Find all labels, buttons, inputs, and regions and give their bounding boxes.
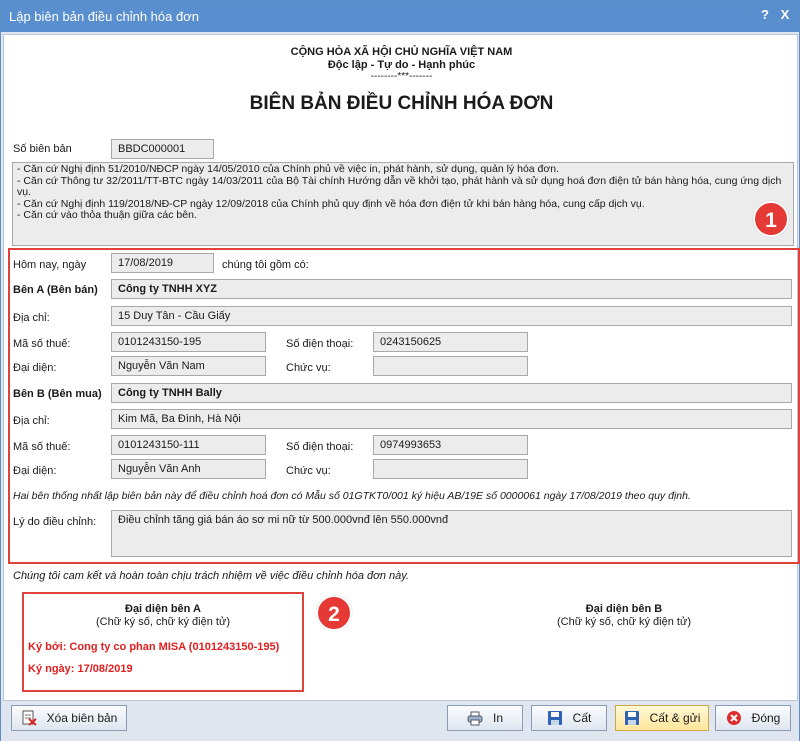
- party-b-address-field[interactable]: Kim Mã, Ba Đình, Hà Nội: [111, 409, 792, 429]
- delete-record-button[interactable]: Xóa biên bản: [11, 705, 127, 731]
- callout-badge-2: 2: [316, 595, 352, 631]
- delete-record-label: Xóa biên bản: [46, 711, 118, 725]
- save-label: Cất: [572, 711, 592, 725]
- page-title: BIÊN BẢN ĐIỀU CHỈNH HÓA ĐƠN: [249, 93, 554, 114]
- party-b-position-field[interactable]: [373, 459, 528, 479]
- printer-icon: [467, 710, 483, 726]
- party-a-signature-note: (Chữ ký số, chữ ký điện tử): [96, 616, 230, 628]
- party-a-rep-field[interactable]: Nguyễn Văn Nam: [111, 356, 266, 376]
- document-panel: CỘNG HÒA XÃ HỘI CHỦ NGHĨA VIỆT NAM Độc l…: [3, 34, 800, 701]
- close-window-button[interactable]: X: [777, 7, 793, 22]
- reason-textarea[interactable]: Điều chỉnh tăng giá bán áo sơ mi nữ từ 5…: [111, 510, 792, 557]
- save-button[interactable]: Cất: [531, 705, 607, 731]
- party-a-address-field[interactable]: 15 Duy Tân - Cầu Giấy: [111, 306, 792, 326]
- party-a-phone-field[interactable]: 0243150625: [373, 332, 528, 352]
- national-motto: Độc lập - Tự do - Hạnh phúc: [327, 59, 476, 71]
- action-bar: Xóa biên bản In Cất Cất & gửi Đóng: [1, 701, 799, 741]
- party-b-name-field[interactable]: Công ty TNHH Bally: [111, 383, 792, 403]
- party-b-signature-note: (Chữ ký số, chữ ký điện tử): [557, 616, 691, 628]
- party-b-rep-label: Đại diện:: [13, 465, 57, 477]
- party-a-rep-label: Đại diện:: [13, 362, 57, 374]
- dialog-window: Lập biên bản điều chỉnh hóa đơn ? X CỘNG…: [0, 0, 800, 741]
- close-icon: [726, 710, 742, 726]
- record-number-field[interactable]: BBDC000001: [111, 139, 214, 159]
- floppy-disk-icon: [547, 710, 563, 726]
- party-b-rep-field[interactable]: Nguyễn Văn Anh: [111, 459, 266, 479]
- date-field[interactable]: 17/08/2019: [111, 253, 214, 273]
- party-a-signed-date: Ký ngày: 17/08/2019: [28, 663, 133, 675]
- title-bar: Lập biên bản điều chỉnh hóa đơn ? X: [1, 1, 799, 32]
- save-send-icon: [624, 710, 640, 726]
- party-a-address-label: Địa chỉ:: [13, 312, 50, 324]
- party-a-heading: Bên A (Bên bán): [13, 284, 98, 296]
- close-button[interactable]: Đóng: [715, 705, 791, 731]
- save-and-send-label: Cất & gửi: [649, 711, 701, 725]
- party-a-position-label: Chức vụ:: [286, 362, 331, 374]
- record-number-label: Số biên bản: [13, 143, 72, 155]
- party-b-tax-label: Mã số thuế:: [13, 441, 71, 453]
- legal-basis-line: - Căn cứ Thông tư 32/2011/TT-BTC ngày 14…: [17, 174, 782, 199]
- party-a-position-field[interactable]: [373, 356, 528, 376]
- legal-basis-line: - Căn cứ Nghị định 51/2010/NĐCP ngày 14/…: [17, 163, 560, 175]
- print-button[interactable]: In: [447, 705, 523, 731]
- callout-badge-1: 1: [753, 201, 789, 237]
- parties-label: chúng tôi gồm có:: [222, 259, 309, 271]
- party-b-signature-title: Đại diện bên B: [585, 603, 663, 615]
- commitment-text: Chúng tôi cam kết và hoàn toàn chịu trác…: [13, 570, 409, 582]
- help-button[interactable]: ?: [757, 7, 773, 22]
- reason-label: Lý do điều chỉnh:: [13, 516, 97, 528]
- party-b-address-label: Địa chỉ:: [13, 415, 50, 427]
- close-label: Đóng: [751, 711, 781, 725]
- party-b-position-label: Chức vụ:: [286, 465, 331, 477]
- print-label: In: [492, 711, 503, 725]
- party-b-phone-label: Số điện thoại:: [286, 441, 354, 453]
- legal-basis-text[interactable]: - Căn cứ Nghị định 51/2010/NĐCP ngày 14/…: [12, 162, 794, 246]
- party-a-phone-label: Số điện thoại:: [286, 338, 354, 350]
- party-a-name-field[interactable]: Công ty TNHH XYZ: [111, 279, 792, 299]
- agreement-text: Hai bên thống nhất lập biên bản này để đ…: [13, 490, 691, 502]
- party-a-signed-by: Ký bởi: Cong ty co phan MISA (0101243150…: [28, 641, 280, 653]
- save-and-send-button[interactable]: Cất & gửi: [615, 705, 709, 731]
- delete-document-icon: [21, 710, 37, 726]
- header-divider: --------***-------: [370, 71, 433, 82]
- party-a-tax-field[interactable]: 0101243150-195: [111, 332, 266, 352]
- party-a-signature-title: Đại diện bên A: [125, 603, 201, 615]
- party-b-tax-field[interactable]: 0101243150-111: [111, 435, 266, 455]
- party-b-phone-field[interactable]: 0974993653: [373, 435, 528, 455]
- legal-basis-line: - Căn cứ vào thỏa thuận giữa các bên.: [17, 209, 197, 222]
- window-title: Lập biên bản điều chỉnh hóa đơn: [9, 9, 199, 24]
- date-label: Hôm nay, ngày: [13, 259, 87, 271]
- national-title: CỘNG HÒA XÃ HỘI CHỦ NGHĨA VIỆT NAM: [290, 46, 513, 58]
- party-b-heading: Bên B (Bên mua): [13, 388, 102, 400]
- party-a-tax-label: Mã số thuế:: [13, 338, 71, 350]
